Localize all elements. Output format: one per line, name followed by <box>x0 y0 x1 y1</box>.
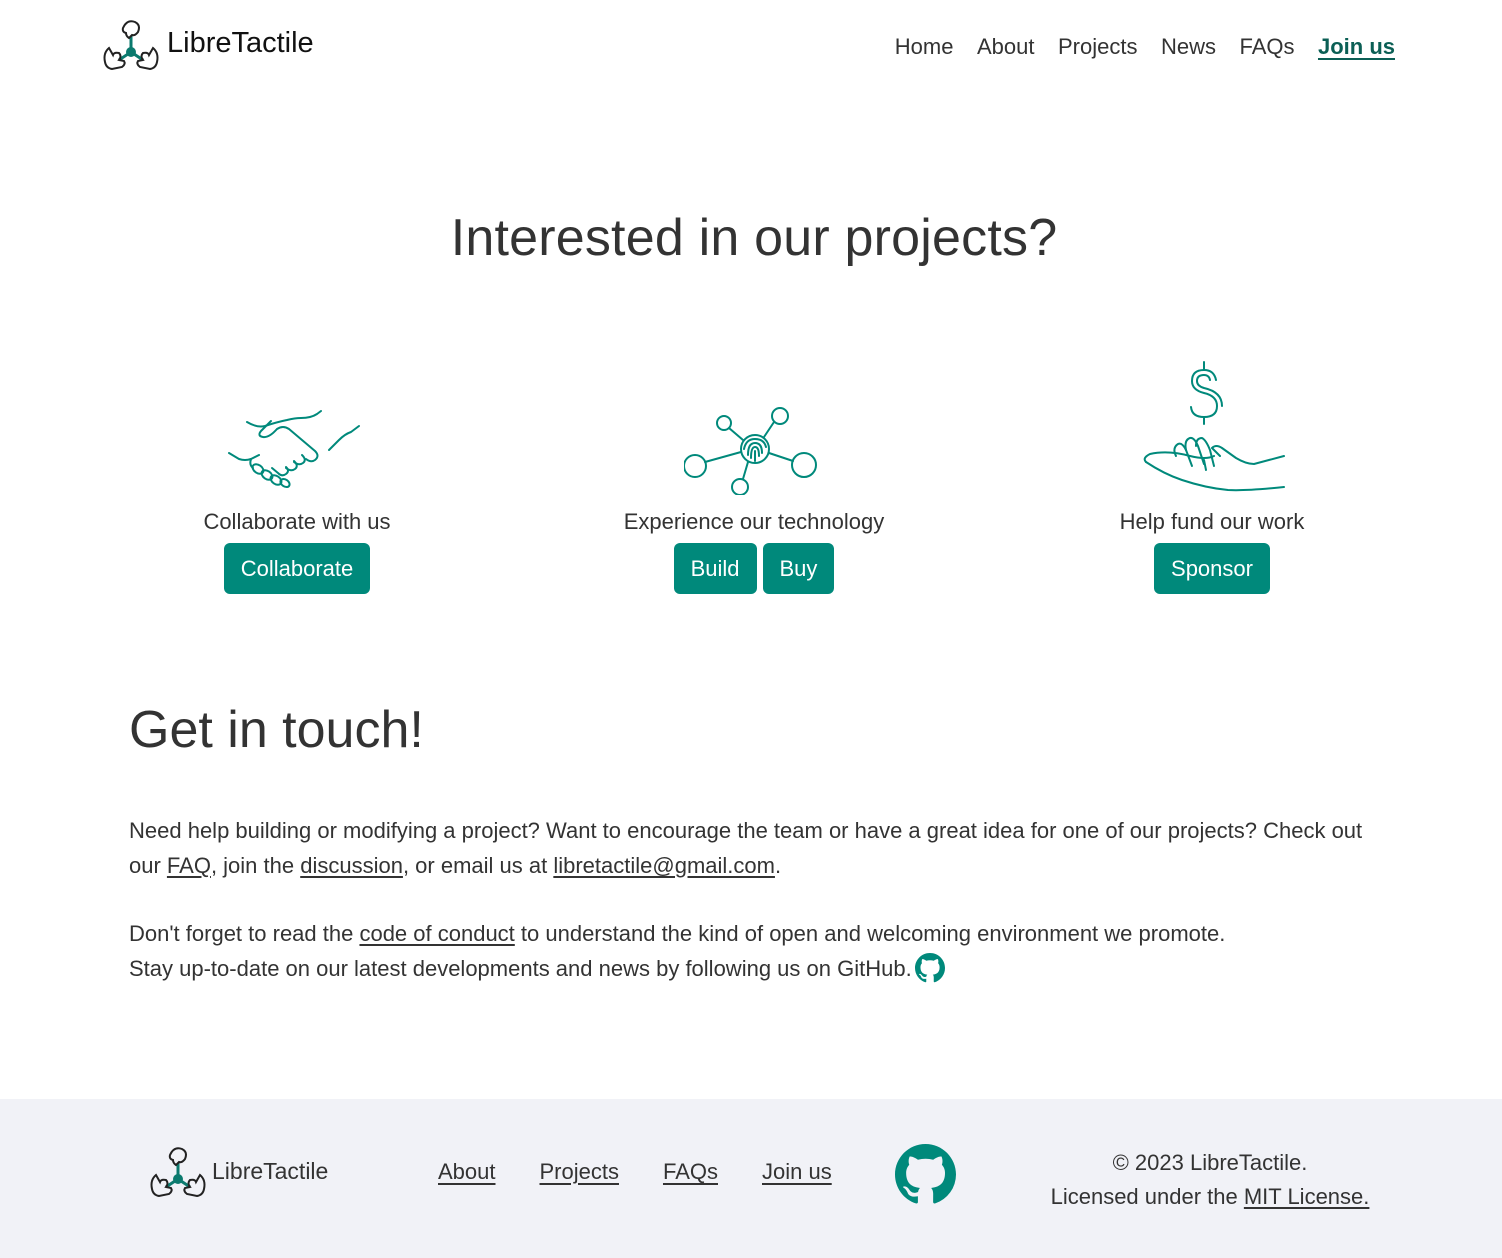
license-prefix: Licensed under the <box>1050 1184 1244 1209</box>
nav-about[interactable]: About <box>977 33 1035 61</box>
footer-copyright: © 2023 LibreTactile. Licensed under the … <box>1010 1146 1410 1214</box>
libretactile-logo-icon <box>101 18 161 76</box>
brand-name: LibreTactile <box>167 26 314 59</box>
conduct-text-2: to understand the kind of open and welco… <box>514 921 1226 946</box>
github-icon <box>915 953 945 983</box>
sponsor-card: Help fund our work Sponsor <box>1012 350 1412 594</box>
hero-title: Interested in our projects? <box>450 209 1058 267</box>
conduct-text-1: Don't forget to read the <box>129 921 360 946</box>
footer-github-link[interactable] <box>895 1144 956 1205</box>
dollar-hand-icon <box>1012 350 1412 495</box>
nav-news[interactable]: News <box>1161 33 1216 61</box>
sponsor-label: Help fund our work <box>1119 509 1305 534</box>
site-footer: LibreTactile About Projects FAQs Join us… <box>0 1099 1502 1258</box>
footer-link-faqs[interactable]: FAQs <box>663 1159 718 1185</box>
fingerprint-network-icon <box>554 350 954 495</box>
libretactile-logo-icon <box>148 1145 208 1203</box>
email-link[interactable]: libretactile@gmail.com <box>553 853 775 878</box>
footer-brand-name: LibreTactile <box>212 1157 329 1184</box>
help-text-3: , or email us at <box>402 853 554 878</box>
help-text-2: , join the <box>210 853 301 878</box>
footer-nav: About Projects FAQs Join us <box>438 1159 876 1185</box>
footer-brand-link[interactable]: LibreTactile <box>148 1145 328 1203</box>
conduct-paragraph: Don't forget to read the code of conduct… <box>129 916 1379 986</box>
faq-link[interactable]: FAQ <box>167 853 211 878</box>
handshake-icon <box>97 350 497 495</box>
footer-link-about[interactable]: About <box>438 1159 496 1185</box>
github-follow-text: Stay up-to-date on our latest developmen… <box>129 956 912 981</box>
get-in-touch-title: Get in touch! <box>129 701 424 759</box>
github-icon <box>895 1144 956 1205</box>
help-text-4: . <box>774 853 782 878</box>
nav-projects[interactable]: Projects <box>1058 33 1137 61</box>
buy-button[interactable]: Buy <box>762 543 835 594</box>
copyright-text: © 2023 LibreTactile. <box>1112 1150 1308 1175</box>
sponsor-button[interactable]: Sponsor <box>1154 543 1270 594</box>
help-paragraph: Need help building or modifying a projec… <box>129 813 1379 883</box>
brand-link[interactable]: LibreTactile <box>101 18 314 76</box>
technology-label: Experience our technology <box>623 509 885 534</box>
main-nav: Home About Projects News FAQs Join us <box>871 33 1395 61</box>
nav-faqs[interactable]: FAQs <box>1239 33 1294 61</box>
mit-license-link[interactable]: MIT License. <box>1244 1184 1370 1209</box>
build-button[interactable]: Build <box>673 543 757 594</box>
code-of-conduct-link[interactable]: code of conduct <box>359 921 514 946</box>
technology-card: Experience our technology Build Buy <box>554 350 954 594</box>
footer-link-projects[interactable]: Projects <box>540 1159 619 1185</box>
site-header: LibreTactile Home About Projects News FA… <box>0 0 1502 95</box>
collaborate-card: Collaborate with us Collaborate <box>97 350 497 594</box>
github-inline-link[interactable] <box>912 956 945 981</box>
collaborate-button[interactable]: Collaborate <box>223 543 371 594</box>
nav-join-us[interactable]: Join us <box>1318 33 1395 61</box>
footer-link-join-us[interactable]: Join us <box>762 1159 832 1185</box>
collaborate-label: Collaborate with us <box>203 509 391 534</box>
discussion-link[interactable]: discussion <box>300 853 403 878</box>
license-line: Licensed under the MIT License. <box>1010 1180 1410 1214</box>
nav-home[interactable]: Home <box>895 33 954 61</box>
